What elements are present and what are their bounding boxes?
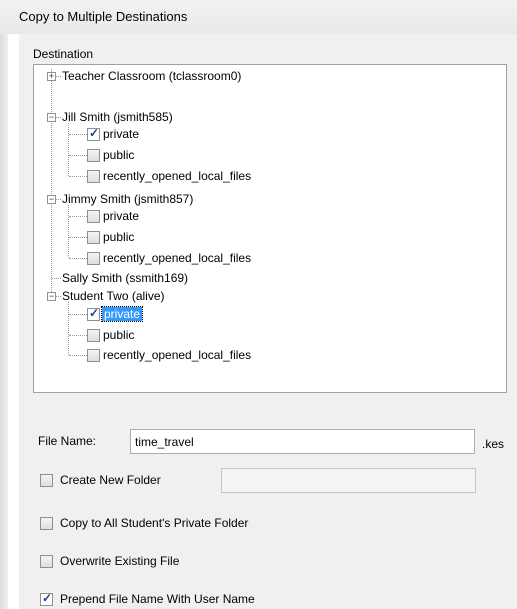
tree-node-jill-private[interactable]: private bbox=[103, 126, 139, 142]
jill-public-checkbox[interactable] bbox=[87, 149, 100, 162]
tree-node-label: recently_opened_local_files bbox=[103, 169, 252, 183]
tree-node-jimmy-private[interactable]: private bbox=[103, 208, 139, 224]
tree-connector bbox=[69, 258, 87, 259]
tree-node-jill-public[interactable]: public bbox=[103, 147, 134, 163]
tree-node-label: Jill Smith (jsmith585) bbox=[62, 110, 173, 124]
tree-node-label: public bbox=[103, 148, 135, 162]
tree-node-student-two-public[interactable]: public bbox=[103, 327, 134, 343]
file-name-label: File Name: bbox=[38, 434, 97, 448]
expand-teacher-classroom-icon[interactable]: + bbox=[47, 72, 56, 81]
tree-node-label: private bbox=[100, 306, 144, 322]
tree-node-student-two-private[interactable]: private bbox=[100, 306, 144, 322]
tree-connector bbox=[69, 155, 87, 156]
tree-branch-line bbox=[68, 205, 69, 258]
tree-connector bbox=[56, 117, 61, 118]
tree-node-jimmy-smith[interactable]: Jimmy Smith (jsmith857) bbox=[62, 191, 193, 207]
tree-connector bbox=[56, 199, 61, 200]
tree-connector bbox=[69, 335, 87, 336]
destination-label: Destination bbox=[33, 47, 94, 61]
tree-connector bbox=[69, 134, 87, 135]
collapse-student-two-icon[interactable]: − bbox=[47, 292, 56, 301]
tree-node-jimmy-recent[interactable]: recently_opened_local_files bbox=[103, 250, 251, 266]
tree-node-label: public bbox=[103, 230, 135, 244]
tree-node-student-two-recent[interactable]: recently_opened_local_files bbox=[103, 347, 251, 363]
destination-tree[interactable]: + Teacher Classroom (tclassroom0) − Jill… bbox=[33, 64, 507, 393]
file-name-input[interactable] bbox=[130, 429, 475, 454]
jimmy-public-checkbox[interactable] bbox=[87, 231, 100, 244]
window-title: Copy to Multiple Destinations bbox=[19, 9, 188, 24]
tree-node-student-two[interactable]: Student Two (alive) bbox=[62, 288, 165, 304]
new-folder-name-input[interactable] bbox=[221, 468, 476, 493]
title-bar: Copy to Multiple Destinations bbox=[0, 0, 517, 34]
tree-node-label: recently_opened_local_files bbox=[103, 348, 252, 362]
overwrite-existing-checkbox[interactable] bbox=[40, 555, 53, 568]
jill-recent-checkbox[interactable] bbox=[87, 170, 100, 183]
tree-branch-line bbox=[68, 302, 69, 355]
tree-node-jimmy-public[interactable]: public bbox=[103, 229, 134, 245]
tree-node-label: Student Two (alive) bbox=[62, 289, 165, 303]
copy-to-all-private-checkbox[interactable] bbox=[40, 517, 53, 530]
collapse-jill-smith-icon[interactable]: − bbox=[47, 113, 56, 122]
tree-connector bbox=[69, 355, 87, 356]
window-edge bbox=[0, 34, 8, 609]
jimmy-recent-checkbox[interactable] bbox=[87, 252, 100, 265]
create-new-folder-checkbox[interactable] bbox=[40, 474, 53, 487]
tree-connector bbox=[69, 216, 87, 217]
student-two-recent-checkbox[interactable] bbox=[87, 349, 100, 362]
tree-root-line bbox=[51, 69, 52, 296]
tree-branch-line bbox=[68, 123, 69, 176]
tree-connector bbox=[69, 176, 87, 177]
tree-node-teacher-classroom[interactable]: Teacher Classroom (tclassroom0) bbox=[62, 68, 241, 84]
collapse-jimmy-smith-icon[interactable]: − bbox=[47, 195, 56, 204]
jimmy-private-checkbox[interactable] bbox=[87, 210, 100, 223]
tree-node-sally-smith[interactable]: Sally Smith (ssmith169) bbox=[62, 270, 188, 286]
tree-node-label: Teacher Classroom (tclassroom0) bbox=[62, 69, 242, 83]
file-extension-label: .kes bbox=[482, 437, 505, 451]
tree-connector bbox=[69, 314, 87, 315]
create-new-folder-label: Create New Folder bbox=[60, 473, 161, 487]
tree-node-label: public bbox=[103, 328, 135, 342]
copy-to-all-private-label: Copy to All Student's Private Folder bbox=[60, 516, 249, 530]
tree-node-jill-recent[interactable]: recently_opened_local_files bbox=[103, 168, 251, 184]
tree-node-label: Sally Smith (ssmith169) bbox=[62, 271, 189, 285]
tree-node-label: private bbox=[103, 209, 140, 223]
tree-node-label: Jimmy Smith (jsmith857) bbox=[62, 192, 194, 206]
overwrite-existing-label: Overwrite Existing File bbox=[60, 554, 180, 568]
jill-private-checkbox[interactable] bbox=[87, 126, 100, 141]
prepend-user-name-label: Prepend File Name With User Name bbox=[60, 592, 255, 606]
student-two-private-checkbox[interactable] bbox=[87, 306, 100, 321]
student-two-public-checkbox[interactable] bbox=[87, 329, 100, 342]
prepend-user-name-checkbox[interactable] bbox=[40, 591, 53, 606]
tree-connector bbox=[52, 278, 61, 279]
tree-node-label: private bbox=[103, 127, 140, 141]
tree-node-jill-smith[interactable]: Jill Smith (jsmith585) bbox=[62, 109, 173, 125]
tree-connector bbox=[69, 237, 87, 238]
tree-connector bbox=[56, 296, 61, 297]
tree-connector bbox=[56, 76, 61, 77]
tree-node-label: recently_opened_local_files bbox=[103, 251, 252, 265]
